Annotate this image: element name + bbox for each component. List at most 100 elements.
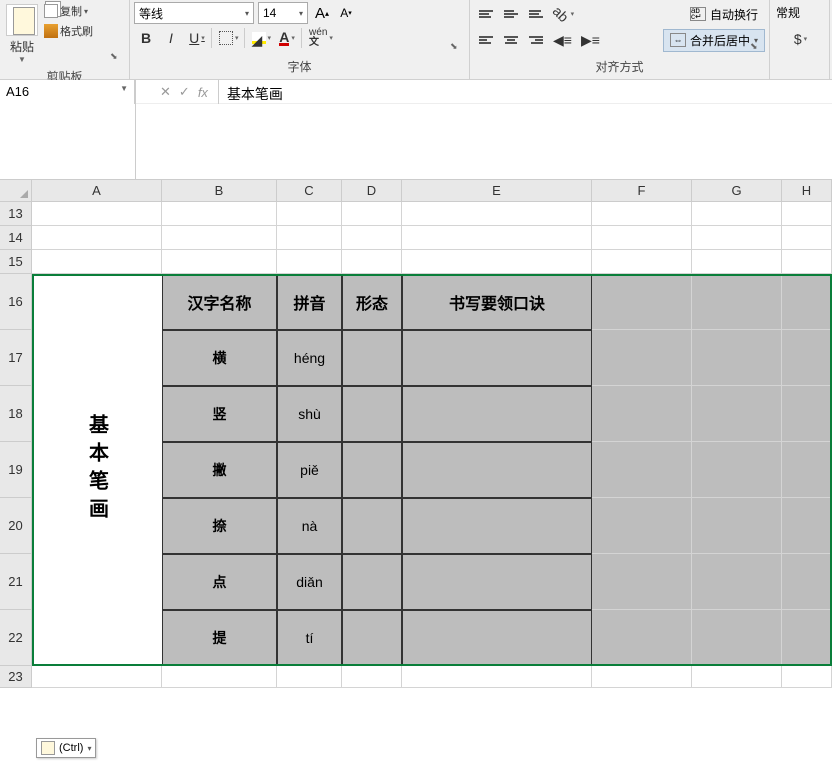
cell[interactable] [402, 330, 592, 386]
row-header[interactable]: 16 [0, 274, 32, 330]
cancel-icon[interactable]: ✕ [160, 84, 171, 100]
spreadsheet-grid[interactable]: ABCDEFGH 1314151617181920212223 基本笔画汉字名称… [0, 180, 832, 762]
cell[interactable] [782, 442, 832, 498]
column-header[interactable]: F [592, 180, 692, 202]
cell[interactable] [592, 442, 692, 498]
column-header[interactable]: E [402, 180, 592, 202]
cell[interactable]: 捺 [162, 498, 277, 554]
bold-button[interactable]: B [134, 26, 158, 50]
row-header[interactable]: 20 [0, 498, 32, 554]
cell[interactable]: piě [277, 442, 342, 498]
cell[interactable] [162, 250, 277, 274]
cell[interactable] [782, 274, 832, 330]
cell[interactable] [32, 666, 162, 688]
cell[interactable] [342, 330, 402, 386]
format-painter-button[interactable]: 格式刷 [42, 22, 95, 40]
chevron-down-icon[interactable]: ▾ [299, 9, 303, 18]
row-header[interactable]: 18 [0, 386, 32, 442]
dialog-launcher-icon[interactable]: ⬊ [750, 41, 762, 53]
cell[interactable] [342, 666, 402, 688]
cell[interactable] [32, 202, 162, 226]
column-header[interactable]: B [162, 180, 277, 202]
cell[interactable] [342, 386, 402, 442]
cell[interactable] [692, 202, 782, 226]
cell[interactable]: 撇 [162, 442, 277, 498]
cell[interactable] [592, 250, 692, 274]
cell[interactable] [342, 442, 402, 498]
cell[interactable] [277, 250, 342, 274]
cell[interactable]: 拼音 [277, 274, 342, 330]
number-format-select[interactable]: 常规 [774, 2, 825, 23]
cell[interactable]: 汉字名称 [162, 274, 277, 330]
fx-icon[interactable]: fx [198, 85, 208, 100]
cell[interactable] [32, 250, 162, 274]
cell[interactable]: tí [277, 610, 342, 666]
column-header[interactable]: G [692, 180, 782, 202]
cell[interactable] [592, 666, 692, 688]
cell[interactable] [692, 386, 782, 442]
chevron-down-icon[interactable]: ▾ [245, 9, 249, 18]
cell[interactable] [592, 274, 692, 330]
paste-options-button[interactable]: (Ctrl) ▾ [36, 738, 96, 758]
cell[interactable]: 提 [162, 610, 277, 666]
cell[interactable] [692, 226, 782, 250]
column-header[interactable]: D [342, 180, 402, 202]
dialog-launcher-icon[interactable]: ⬊ [450, 41, 462, 53]
cell[interactable] [782, 554, 832, 610]
font-size-select[interactable]: 14 ▾ [258, 2, 308, 24]
cell[interactable] [592, 610, 692, 666]
cell[interactable] [692, 330, 782, 386]
cell[interactable] [402, 554, 592, 610]
font-name-select[interactable]: 等线 ▾ [134, 2, 254, 24]
cell[interactable] [782, 202, 832, 226]
cell[interactable] [692, 554, 782, 610]
wrap-text-button[interactable]: abc↵ 自动换行 [683, 3, 765, 26]
cell[interactable] [342, 498, 402, 554]
cell[interactable] [402, 202, 592, 226]
cell[interactable] [782, 226, 832, 250]
row-header[interactable]: 19 [0, 442, 32, 498]
cell[interactable] [692, 250, 782, 274]
cell[interactable] [782, 498, 832, 554]
cell[interactable] [592, 226, 692, 250]
accounting-format-button[interactable]: $▾ [774, 27, 825, 51]
row-header[interactable]: 17 [0, 330, 32, 386]
cell[interactable] [402, 250, 592, 274]
cell[interactable] [402, 386, 592, 442]
select-all-corner[interactable] [0, 180, 32, 202]
paste-button[interactable]: 粘贴 ▼ [4, 2, 40, 66]
cell[interactable] [342, 226, 402, 250]
dialog-launcher-icon[interactable]: ⬊ [110, 51, 122, 63]
phonetic-button[interactable]: wén文▾ [305, 26, 335, 50]
decrease-indent-button[interactable]: ◀≡ [549, 28, 576, 52]
fill-color-button[interactable]: ◢▾ [248, 26, 274, 50]
column-header[interactable]: H [782, 180, 832, 202]
align-left-button[interactable] [474, 28, 498, 52]
cell[interactable] [692, 610, 782, 666]
cell[interactable]: diǎn [277, 554, 342, 610]
align-middle-button[interactable] [499, 2, 523, 26]
cell[interactable] [782, 610, 832, 666]
cell[interactable] [402, 610, 592, 666]
underline-button[interactable]: U▾ [184, 26, 208, 50]
row-header[interactable]: 14 [0, 226, 32, 250]
cell[interactable] [277, 202, 342, 226]
cell[interactable]: 书写要领口诀 [402, 274, 592, 330]
column-header[interactable]: C [277, 180, 342, 202]
cell[interactable] [592, 202, 692, 226]
cell[interactable] [592, 386, 692, 442]
increase-indent-button[interactable]: ▶≡ [577, 28, 604, 52]
copy-button[interactable]: 复制 ▾ [42, 2, 95, 20]
cell[interactable] [592, 330, 692, 386]
cell[interactable] [162, 202, 277, 226]
row-header[interactable]: 22 [0, 610, 32, 666]
cell[interactable]: shù [277, 386, 342, 442]
cell[interactable] [402, 498, 592, 554]
align-right-button[interactable] [524, 28, 548, 52]
borders-button[interactable]: ▾ [215, 26, 241, 50]
cell[interactable]: 形态 [342, 274, 402, 330]
column-header[interactable]: A [32, 180, 162, 202]
cell[interactable]: 横 [162, 330, 277, 386]
row-header[interactable]: 15 [0, 250, 32, 274]
cell[interactable] [162, 666, 277, 688]
